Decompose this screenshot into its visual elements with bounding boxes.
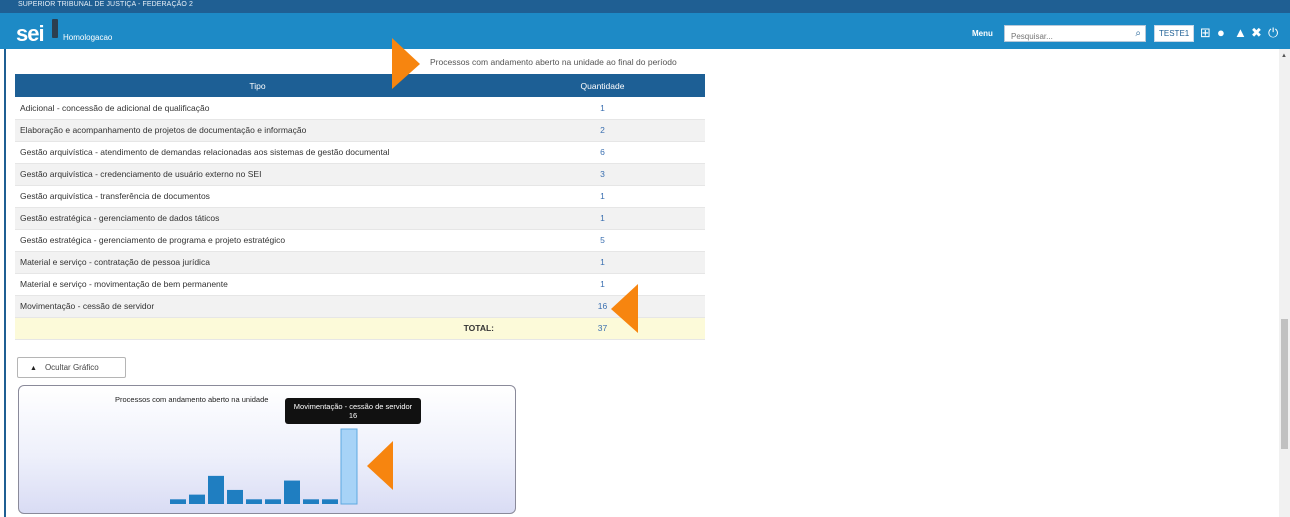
tools-icon[interactable]: ✖ xyxy=(1251,26,1262,40)
scroll-up-icon[interactable]: ▲ xyxy=(1281,53,1287,59)
chart-bar[interactable] xyxy=(208,475,224,504)
row-tipo: Material e serviço - contratação de pess… xyxy=(15,251,500,274)
column-header-tipo: Tipo xyxy=(15,74,500,97)
row-quantidade-link[interactable]: 6 xyxy=(500,141,705,164)
row-tipo: Gestão arquivística - credenciamento de … xyxy=(15,163,500,186)
table-header-row: Tipo Quantidade xyxy=(15,74,705,97)
table-row: Gestão arquivística - atendimento de dem… xyxy=(15,141,705,164)
page-left-border xyxy=(4,49,6,517)
row-quantidade-link[interactable]: 1 xyxy=(500,97,705,120)
unit-selector[interactable]: TESTE1 xyxy=(1154,25,1195,42)
row-quantidade-link[interactable]: 5 xyxy=(500,229,705,252)
chart-panel: Processos com andamento aberto na unidad… xyxy=(18,385,516,514)
logo-mark xyxy=(52,19,58,38)
table-row: Gestão estratégica - gerenciamento de pr… xyxy=(15,229,705,252)
annotation-arrow-shape xyxy=(367,441,393,490)
row-tipo: Elaboração e acompanhamento de projetos … xyxy=(15,119,500,142)
toggle-chart-button[interactable]: ▲ Ocultar Gráfico xyxy=(17,357,126,378)
row-tipo: Adicional - concessão de adicional de qu… xyxy=(15,97,500,120)
total-row: TOTAL: 37 xyxy=(15,317,705,340)
chart-tooltip: Movimentação - cessão de servidor 16 xyxy=(285,398,421,424)
table-row: Gestão estratégica - gerenciamento de da… xyxy=(15,207,705,230)
sei-logo[interactable]: sei xyxy=(16,21,45,47)
table-row: Material e serviço - movimentação de bem… xyxy=(15,273,705,296)
grid-icon[interactable]: ⊞ xyxy=(1200,26,1211,40)
chart-bar[interactable] xyxy=(227,489,243,504)
total-value[interactable]: 37 xyxy=(500,317,705,340)
caret-up-icon: ▲ xyxy=(30,365,37,372)
chart-title: Processos com andamento aberto na unidad… xyxy=(115,395,269,404)
vertical-scrollbar[interactable]: ▲ xyxy=(1279,49,1290,517)
org-banner: SUPERIOR TRIBUNAL DE JUSTIÇA - FEDERAÇÃO… xyxy=(0,0,1290,13)
row-quantidade-link[interactable]: 3 xyxy=(500,163,705,186)
scroll-thumb[interactable] xyxy=(1281,319,1288,449)
report-table: Tipo Quantidade Adicional - concessão de… xyxy=(15,74,705,340)
chart-bar[interactable] xyxy=(246,499,262,504)
row-tipo: Gestão arquivística - atendimento de dem… xyxy=(15,141,500,164)
chart-bar[interactable] xyxy=(170,499,186,504)
environment-label: Homologacao xyxy=(63,33,113,42)
column-header-quantidade: Quantidade xyxy=(500,74,705,97)
row-quantidade-link[interactable]: 1 xyxy=(500,207,705,230)
bar-chart xyxy=(170,428,358,505)
row-quantidade-link[interactable]: 1 xyxy=(500,273,705,296)
table-row: Adicional - concessão de adicional de qu… xyxy=(15,97,705,120)
row-quantidade-link[interactable]: 16 xyxy=(500,295,705,318)
row-tipo: Movimentação - cessão de servidor xyxy=(15,295,500,318)
table-row: Material e serviço - contratação de pess… xyxy=(15,251,705,274)
row-quantidade-link[interactable]: 1 xyxy=(500,251,705,274)
table-row: Movimentação - cessão de servidor 16 xyxy=(15,295,705,318)
chart-bar[interactable] xyxy=(284,480,300,504)
tooltip-label: Movimentação - cessão de servidor xyxy=(293,402,413,411)
table-row: Gestão arquivística - credenciamento de … xyxy=(15,163,705,186)
chart-bar[interactable] xyxy=(265,499,281,504)
row-quantidade-link[interactable]: 2 xyxy=(500,119,705,142)
chart-bar[interactable] xyxy=(340,428,358,505)
tooltip-value: 16 xyxy=(348,411,358,420)
info-icon[interactable]: ● xyxy=(1217,26,1225,40)
search-input[interactable] xyxy=(1005,29,1123,44)
annotation-arrow-icon xyxy=(611,284,638,333)
user-icon[interactable]: ▲ xyxy=(1234,26,1247,40)
row-tipo: Material e serviço - movimentação de bem… xyxy=(15,273,500,296)
power-icon[interactable]: ⏻ xyxy=(1268,26,1278,40)
chart-bar[interactable] xyxy=(322,499,338,504)
table-row: Gestão arquivística - transferência de d… xyxy=(15,185,705,208)
row-tipo: Gestão estratégica - gerenciamento de pr… xyxy=(15,229,500,252)
table-row: Elaboração e acompanhamento de projetos … xyxy=(15,119,705,142)
annotation-arrow-shape xyxy=(392,38,420,89)
menu-button[interactable]: Menu xyxy=(972,29,993,38)
chart-bar[interactable] xyxy=(189,494,205,504)
row-tipo: Gestão estratégica - gerenciamento de da… xyxy=(15,207,500,230)
search-icon[interactable]: ⌕ xyxy=(1135,28,1141,39)
org-title: SUPERIOR TRIBUNAL DE JUSTIÇA - FEDERAÇÃO… xyxy=(18,1,193,8)
annotation-arrow-shape xyxy=(611,284,638,333)
row-tipo: Gestão arquivística - transferência de d… xyxy=(15,185,500,208)
app-header: sei Homologacao Menu ⌕ TESTE1 ⊞ ● ▲ ✖ ⏻ xyxy=(0,13,1290,49)
annotation-arrow-icon xyxy=(392,38,420,89)
total-label: TOTAL: xyxy=(15,317,500,340)
chart-bar[interactable] xyxy=(303,499,319,504)
row-quantidade-link[interactable]: 1 xyxy=(500,185,705,208)
annotation-arrow-icon xyxy=(367,441,393,490)
toggle-chart-label: Ocultar Gráfico xyxy=(44,363,99,372)
report-title: Processos com andamento aberto na unidad… xyxy=(430,57,677,67)
search-box: ⌕ xyxy=(1004,25,1146,44)
